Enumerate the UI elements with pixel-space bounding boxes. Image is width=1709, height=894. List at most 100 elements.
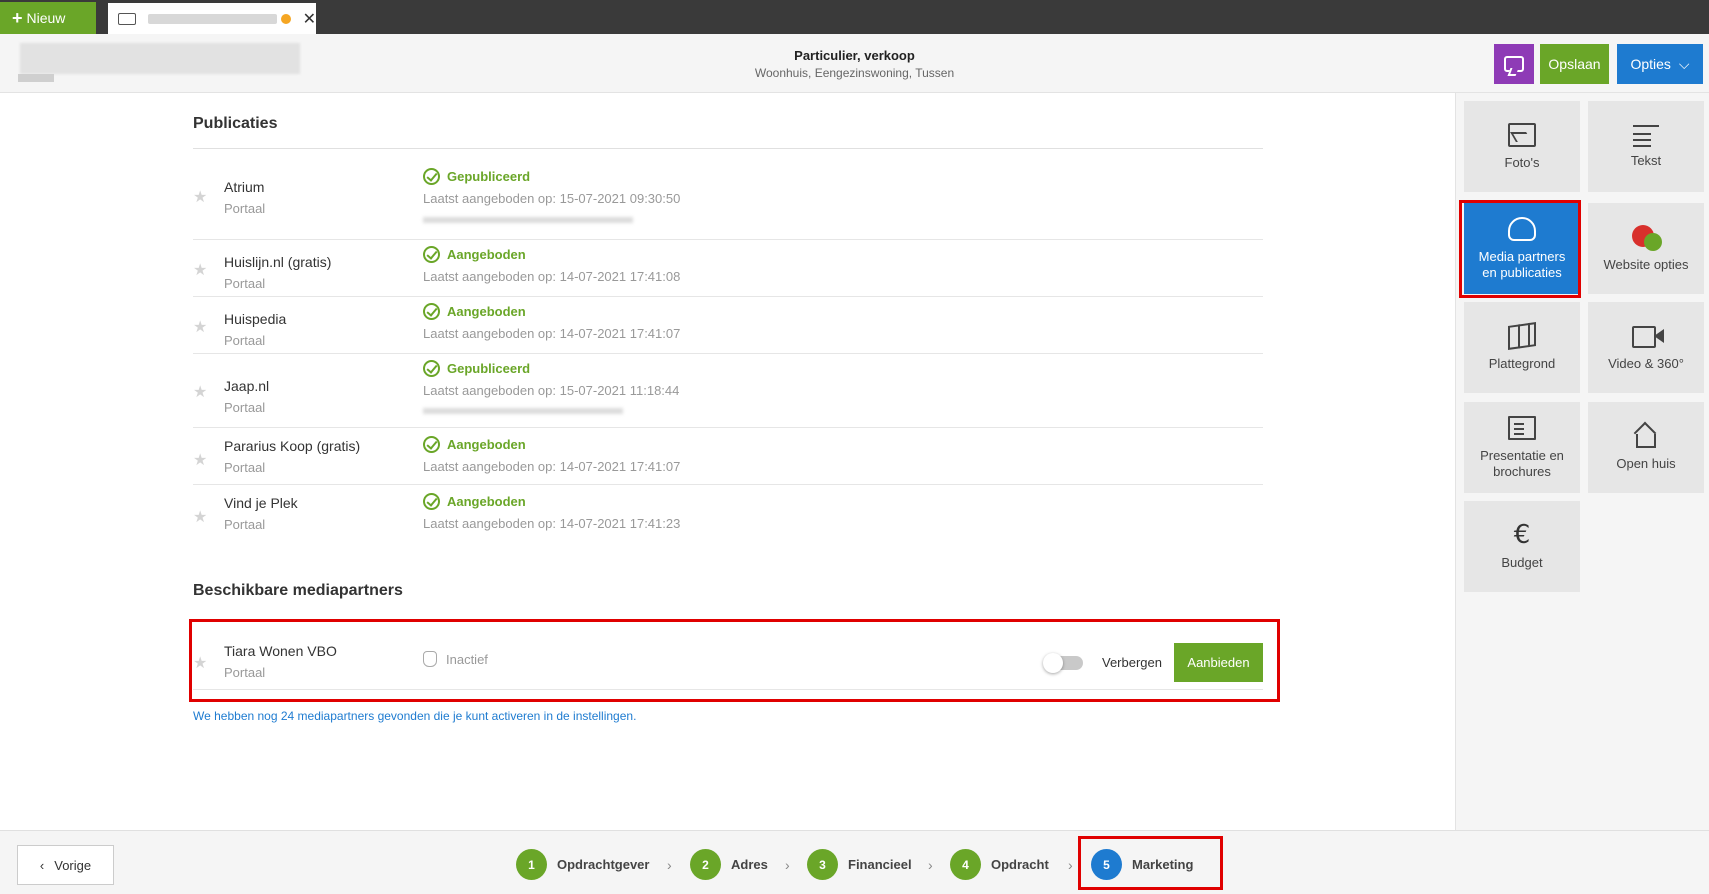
folder-icon [118, 12, 136, 25]
euro-icon: € [1513, 519, 1531, 550]
publication-row: ★ Atrium Portaal Gepubliceerd Laatst aan… [193, 155, 1263, 240]
unsaved-indicator [280, 13, 291, 24]
publication-status: Aangeboden [423, 246, 526, 263]
status-label: Aangeboden [447, 247, 526, 262]
step-number: 1 [516, 849, 547, 880]
publication-name: Huislijn.nl (gratis) [224, 254, 332, 270]
header: Particulier, verkoop Woonhuis, Eengezins… [0, 34, 1709, 93]
partner-type: Portaal [224, 665, 266, 680]
star-icon[interactable]: ★ [193, 260, 207, 280]
status-label: Gepubliceerd [447, 361, 531, 376]
map-icon [1508, 321, 1536, 350]
check-circle-icon [423, 436, 440, 453]
publication-date: Laatst aangeboden op: 14-07-2021 17:41:0… [423, 269, 681, 284]
step-client[interactable]: 1 Opdrachtgever [516, 849, 649, 880]
step-label: Adres [731, 857, 768, 872]
new-button-label: Nieuw [26, 10, 66, 26]
options-button[interactable]: Opties ⌵ [1617, 44, 1703, 84]
star-icon[interactable]: ★ [193, 450, 207, 470]
check-circle-icon [423, 360, 440, 377]
publication-date: Laatst aangeboden op: 15-07-2021 09:30:5… [423, 191, 681, 206]
offer-button[interactable]: Aanbieden [1174, 643, 1263, 682]
plus-icon: + [12, 7, 23, 28]
document-tab[interactable]: ✕ [108, 3, 316, 34]
activate-partners-link[interactable]: We hebben nog 24 mediapartners gevonden … [193, 709, 636, 723]
close-icon[interactable]: ✕ [303, 9, 316, 29]
publication-type: Portaal [224, 400, 266, 415]
new-button[interactable]: + Nieuw [0, 2, 96, 34]
publication-row: ★ Vind je Plek Portaal Aangeboden Laatst… [193, 485, 1263, 542]
save-button[interactable]: Opslaan [1540, 44, 1609, 84]
publication-type: Portaal [224, 517, 266, 532]
publication-date: Laatst aangeboden op: 14-07-2021 17:41:0… [423, 326, 681, 341]
step-label: Opdrachtgever [557, 857, 650, 872]
chevron-left-icon: ‹ [39, 857, 45, 873]
tile-open-house[interactable]: Open huis [1588, 402, 1704, 493]
tile-website-options[interactable]: Website opties [1588, 203, 1704, 294]
tile-label: Tekst [1630, 152, 1662, 168]
previous-button-label: Vorige [54, 857, 92, 873]
publication-type: Portaal [224, 276, 266, 291]
status-label: Aangeboden [447, 437, 526, 452]
check-circle-icon [423, 246, 440, 263]
step-number: 2 [690, 849, 721, 880]
status-label: Aangeboden [447, 304, 526, 319]
footer: ‹ Vorige 1 Opdrachtgever › 2 Adres › 3 F… [0, 830, 1709, 894]
publication-name: Jaap.nl [224, 378, 270, 394]
tile-brochures[interactable]: Presentatie en brochures [1464, 402, 1580, 493]
video-icon [1632, 324, 1664, 348]
star-icon[interactable]: ★ [193, 653, 207, 673]
publication-date: Laatst aangeboden op: 14-07-2021 17:41:0… [423, 459, 681, 474]
publication-name: Vind je Plek [224, 495, 298, 511]
publication-status: Aangeboden [423, 493, 526, 510]
star-icon[interactable]: ★ [193, 317, 207, 337]
tile-label: Video & 360° [1608, 355, 1684, 371]
hand-icon [423, 651, 437, 667]
tile-photos[interactable]: Foto's [1464, 101, 1580, 192]
page-title: Particulier, verkoop [794, 48, 915, 63]
chat-button[interactable] [1494, 44, 1534, 84]
publication-type: Portaal [224, 201, 266, 216]
step-assignment[interactable]: 4 Opdracht [950, 849, 1049, 880]
publication-url-redacted [423, 408, 623, 414]
publication-type: Portaal [224, 333, 266, 348]
step-label: Financieel [848, 857, 912, 872]
chevron-right-icon: › [928, 857, 933, 873]
publication-name: Pararius Koop (gratis) [224, 438, 361, 454]
tile-floorplan[interactable]: Plattegrond [1464, 302, 1580, 393]
hide-toggle[interactable] [1043, 653, 1083, 673]
publication-status: Aangeboden [423, 436, 526, 453]
divider [193, 148, 1263, 149]
tile-text[interactable]: Tekst [1588, 101, 1704, 192]
publication-row: ★ Jaap.nl Portaal Gepubliceerd Laatst aa… [193, 354, 1263, 428]
status-label: Gepubliceerd [447, 169, 531, 184]
photo-icon [1508, 122, 1536, 147]
publication-row: ★ Huislijn.nl (gratis) Portaal Aangebode… [193, 240, 1263, 297]
tile-label: Website opties [1603, 256, 1689, 272]
check-circle-icon [423, 303, 440, 320]
publication-date: Laatst aangeboden op: 15-07-2021 11:18:4… [423, 383, 680, 398]
website-icon [1632, 224, 1662, 251]
status-label: Aangeboden [447, 494, 526, 509]
star-icon[interactable]: ★ [193, 187, 207, 207]
check-circle-icon [423, 168, 440, 185]
publication-status: Gepubliceerd [423, 360, 530, 377]
star-icon[interactable]: ★ [193, 382, 207, 402]
tile-budget[interactable]: € Budget [1464, 501, 1580, 592]
step-label: Opdracht [991, 857, 1049, 872]
star-icon[interactable]: ★ [193, 507, 207, 527]
tile-label: Presentatie en brochures [1480, 447, 1564, 479]
step-financial[interactable]: 3 Financieel [807, 849, 912, 880]
highlight-box [1459, 200, 1581, 298]
text-icon [1633, 124, 1659, 145]
step-address[interactable]: 2 Adres [690, 849, 768, 880]
tile-label: Budget [1501, 554, 1543, 570]
tile-video[interactable]: Video & 360° [1588, 302, 1704, 393]
previous-button[interactable]: ‹ Vorige [17, 845, 114, 885]
publication-date: Laatst aangeboden op: 14-07-2021 17:41:2… [423, 516, 681, 531]
toggle-knob [1043, 653, 1063, 673]
partner-status: Inactief [423, 651, 488, 667]
chevron-right-icon: › [785, 857, 790, 873]
highlight-box [1078, 836, 1223, 890]
hide-label: Verbergen [1102, 655, 1162, 670]
